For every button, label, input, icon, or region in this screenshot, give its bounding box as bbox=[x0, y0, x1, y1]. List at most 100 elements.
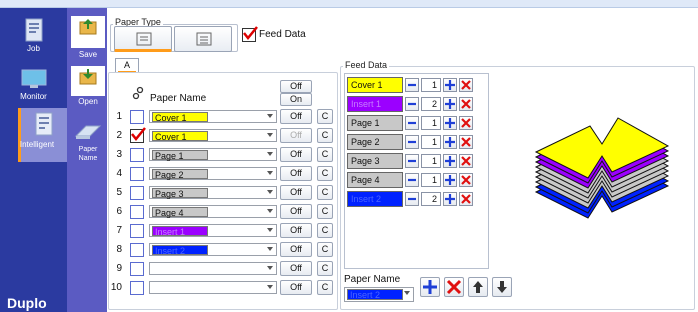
remove-button[interactable] bbox=[459, 78, 473, 92]
quantity-field[interactable]: 1 bbox=[421, 154, 441, 168]
save-button[interactable] bbox=[71, 16, 105, 48]
paper-type-option-1[interactable] bbox=[114, 26, 172, 52]
increment-button[interactable] bbox=[443, 173, 457, 187]
paper-name-combo[interactable]: Page 4 bbox=[149, 205, 277, 218]
row-off-button[interactable]: Off bbox=[280, 185, 312, 200]
intelligent-icon bbox=[35, 112, 53, 136]
remove-button[interactable] bbox=[459, 116, 473, 130]
row-checkbox[interactable] bbox=[130, 224, 144, 238]
row-c-button[interactable]: C bbox=[317, 166, 333, 181]
open-icon bbox=[79, 69, 97, 85]
quantity-field[interactable]: 1 bbox=[421, 78, 441, 92]
feed-item[interactable]: Insert 1 2 bbox=[347, 96, 487, 112]
quantity-field[interactable]: 2 bbox=[421, 97, 441, 111]
row-off-button[interactable]: Off bbox=[280, 204, 312, 219]
row-c-button[interactable]: C bbox=[317, 109, 333, 124]
decrement-button[interactable] bbox=[405, 154, 419, 168]
quantity-field[interactable]: 1 bbox=[421, 173, 441, 187]
feed-item[interactable]: Page 1 1 bbox=[347, 115, 487, 131]
feed-item[interactable]: Page 4 1 bbox=[347, 172, 487, 188]
decrement-button[interactable] bbox=[405, 192, 419, 206]
increment-button[interactable] bbox=[443, 78, 457, 92]
increment-button[interactable] bbox=[443, 97, 457, 111]
remove-button[interactable] bbox=[459, 173, 473, 187]
row-number: 10 bbox=[110, 282, 122, 293]
quantity-field[interactable]: 1 bbox=[421, 116, 441, 130]
feed-item[interactable]: Page 3 1 bbox=[347, 153, 487, 169]
paper-name-combo[interactable]: Page 1 bbox=[149, 148, 277, 161]
tab-a[interactable]: A bbox=[115, 58, 139, 73]
decrement-button[interactable] bbox=[405, 78, 419, 92]
remove-button[interactable] bbox=[459, 154, 473, 168]
paper-name-combo[interactable] bbox=[149, 262, 277, 275]
row-c-button[interactable]: C bbox=[317, 128, 333, 143]
paper-name-button[interactable]: Paper Name bbox=[69, 118, 107, 162]
paper-name-select[interactable]: Insert 2 bbox=[344, 287, 414, 302]
increment-button[interactable] bbox=[443, 116, 457, 130]
feed-item[interactable]: Cover 1 1 bbox=[347, 77, 487, 93]
increment-button[interactable] bbox=[443, 135, 457, 149]
row-c-button[interactable]: C bbox=[317, 280, 333, 295]
row-off-button[interactable]: Off bbox=[280, 280, 312, 295]
paper-name-combo[interactable]: Page 2 bbox=[149, 167, 277, 180]
close-icon bbox=[461, 137, 471, 147]
paper-name-combo[interactable]: Insert 2 bbox=[149, 243, 277, 256]
row-off-button[interactable]: Off bbox=[280, 109, 312, 124]
row-checkbox[interactable] bbox=[130, 148, 144, 162]
all-on-button[interactable]: On bbox=[280, 93, 312, 106]
row-checkbox[interactable] bbox=[130, 262, 144, 276]
row-checkbox[interactable] bbox=[130, 205, 144, 219]
decrement-button[interactable] bbox=[405, 173, 419, 187]
feed-data-checkbox[interactable] bbox=[242, 26, 258, 42]
row-checkbox[interactable] bbox=[130, 243, 144, 257]
row-checkbox[interactable] bbox=[130, 110, 144, 124]
paper-name-value: Cover 1 bbox=[152, 131, 208, 142]
nav-intelligent[interactable]: Intelligent bbox=[18, 108, 67, 162]
remove-button[interactable] bbox=[459, 135, 473, 149]
paper-name-combo[interactable]: Cover 1 bbox=[149, 129, 277, 142]
nav-monitor[interactable]: Monitor bbox=[0, 68, 67, 112]
row-c-button[interactable]: C bbox=[317, 185, 333, 200]
row-off-button[interactable]: Off bbox=[280, 261, 312, 276]
move-down-button[interactable] bbox=[492, 277, 512, 297]
paper-name-combo[interactable]: Page 3 bbox=[149, 186, 277, 199]
chevron-down-icon bbox=[267, 133, 273, 137]
quantity-field[interactable]: 2 bbox=[421, 192, 441, 206]
row-c-button[interactable]: C bbox=[317, 204, 333, 219]
decrement-button[interactable] bbox=[405, 97, 419, 111]
remove-button[interactable] bbox=[459, 97, 473, 111]
row-off-button[interactable]: Off bbox=[280, 223, 312, 238]
save-label: Save bbox=[78, 50, 98, 59]
paper-name-combo[interactable]: Insert 1 bbox=[149, 224, 277, 237]
paper-type-option-2[interactable] bbox=[174, 26, 232, 52]
row-c-button[interactable]: C bbox=[317, 261, 333, 276]
nav-job[interactable]: Job bbox=[0, 18, 67, 62]
quantity-field[interactable]: 1 bbox=[421, 135, 441, 149]
paper-name-combo[interactable] bbox=[149, 281, 277, 294]
all-off-button[interactable]: Off bbox=[280, 80, 312, 93]
feed-item[interactable]: Page 2 1 bbox=[347, 134, 487, 150]
row-off-button[interactable]: Off bbox=[280, 147, 312, 162]
add-feed-button[interactable] bbox=[420, 277, 440, 297]
row-checkbox[interactable] bbox=[130, 186, 144, 200]
plus-icon bbox=[445, 118, 455, 128]
row-c-button[interactable]: C bbox=[317, 147, 333, 162]
feed-item[interactable]: Insert 2 2 bbox=[347, 191, 487, 207]
paper-name-combo[interactable]: Cover 1 bbox=[149, 110, 277, 123]
row-off-button[interactable]: Off bbox=[280, 128, 312, 143]
row-off-button[interactable]: Off bbox=[280, 242, 312, 257]
open-button[interactable] bbox=[71, 66, 105, 96]
remove-button[interactable] bbox=[459, 192, 473, 206]
row-checkbox[interactable] bbox=[130, 127, 146, 143]
row-c-button[interactable]: C bbox=[317, 242, 333, 257]
decrement-button[interactable] bbox=[405, 135, 419, 149]
increment-button[interactable] bbox=[443, 154, 457, 168]
delete-feed-button[interactable] bbox=[444, 277, 464, 297]
row-checkbox[interactable] bbox=[130, 167, 144, 181]
row-checkbox[interactable] bbox=[130, 281, 144, 295]
row-c-button[interactable]: C bbox=[317, 223, 333, 238]
move-up-button[interactable] bbox=[468, 277, 488, 297]
row-off-button[interactable]: Off bbox=[280, 166, 312, 181]
increment-button[interactable] bbox=[443, 192, 457, 206]
decrement-button[interactable] bbox=[405, 116, 419, 130]
